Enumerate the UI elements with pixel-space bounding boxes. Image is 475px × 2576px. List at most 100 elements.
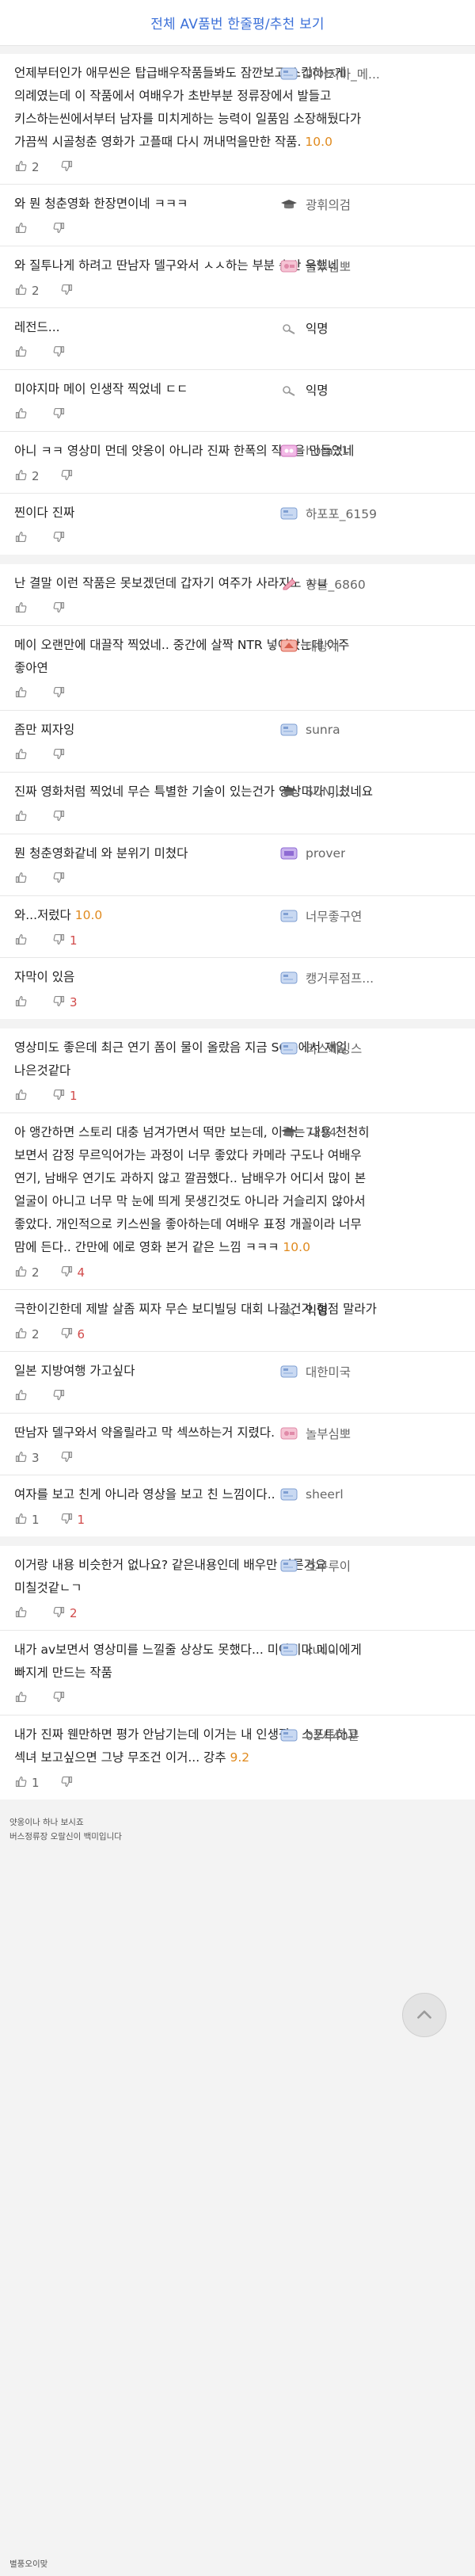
upvote-button[interactable] (14, 1088, 32, 1105)
upvote-button[interactable]: 1 (14, 1512, 40, 1528)
author-name: 향불_6860 (306, 578, 366, 592)
upvote-button[interactable] (14, 685, 32, 702)
downvote-button[interactable] (60, 159, 78, 176)
scroll-to-top-button[interactable] (402, 1993, 446, 2037)
user-level-badge-icon (279, 908, 299, 924)
thumbs-up-icon (14, 345, 32, 361)
comment-author[interactable]: 호쿠루이 (279, 1557, 469, 1574)
upvote-button[interactable] (14, 345, 32, 361)
upvote-button[interactable]: 2 (14, 159, 40, 176)
thumbs-up-icon (14, 1265, 32, 1281)
comment-author[interactable]: 하포포_6159 (279, 505, 469, 522)
upvote-button[interactable] (14, 933, 32, 949)
downvote-button[interactable]: 1 (60, 1512, 85, 1528)
comment-item: 일본 지방여행 가고싶다 대한미국 (0, 1352, 475, 1414)
downvote-button[interactable] (52, 1388, 70, 1405)
comment-author[interactable]: sheerl (279, 1486, 469, 1502)
comment-body: 여자를 보고 친게 아니라 영상을 보고 친 느낌이다.. (14, 1487, 276, 1502)
thumbs-up-icon (14, 1450, 32, 1467)
comment-author[interactable]: 캥거루점프... (279, 969, 469, 987)
top-bar: 전체 AV품번 한줄평/추천 보기 (0, 0, 475, 46)
comment-author[interactable]: 익명 (279, 319, 469, 337)
thumbs-down-icon (60, 1326, 78, 1343)
downvote-button[interactable] (60, 1450, 78, 1467)
comment-author[interactable]: 향불_6860 (279, 575, 469, 593)
downvote-button[interactable] (60, 468, 78, 485)
upvote-button[interactable]: 3 (14, 1450, 40, 1467)
thumbs-up-icon (14, 809, 32, 826)
thumbs-up-icon (14, 468, 32, 485)
downvote-count: 3 (70, 995, 78, 1009)
thumbs-up-icon (14, 685, 32, 702)
upvote-button[interactable] (14, 221, 32, 238)
upvote-button[interactable] (14, 994, 32, 1011)
upvote-button[interactable] (14, 406, 32, 423)
upvote-button[interactable] (14, 1388, 32, 1405)
comment-item: 이거랑 내용 비슷한거 없나요? 같은내용인데 배우만 다른거요 미칠것같ㄴㄱ 2… (0, 1546, 475, 1631)
comment-author[interactable]: 리스케잉스 (279, 1040, 469, 1057)
downvote-button[interactable] (52, 406, 70, 423)
thumbs-up-icon (14, 1775, 32, 1792)
downvote-button[interactable]: 4 (60, 1265, 85, 1281)
downvote-button[interactable] (52, 747, 70, 764)
upvote-button[interactable] (14, 530, 32, 547)
upvote-button[interactable] (14, 1605, 32, 1622)
comment-author[interactable]: prover (279, 845, 469, 861)
downvote-button[interactable] (52, 685, 70, 702)
comment-card: 이거랑 내용 비슷한거 없나요? 같은내용인데 배우만 다른거요 미칠것같ㄴㄱ 2… (0, 1546, 475, 1799)
comment-author[interactable]: 놀부심뽀 (279, 1425, 469, 1442)
view-all-reviews-link[interactable]: 전체 AV품번 한줄평/추천 보기 (150, 13, 325, 32)
author-name: 대한미국 (306, 1365, 352, 1380)
downvote-button[interactable] (60, 1775, 78, 1792)
downvote-button[interactable]: 1 (52, 933, 78, 949)
vote-bar (14, 1688, 380, 1708)
upvote-count: 2 (32, 1327, 40, 1341)
comment-author[interactable]: kuuu (279, 1642, 469, 1658)
upvote-count: 2 (32, 469, 40, 483)
comment-author[interactable]: hora31 (279, 443, 469, 459)
upvote-button[interactable]: 2 (14, 1265, 40, 1281)
user-level-badge-icon (279, 845, 299, 861)
thumbs-up-icon (14, 1388, 32, 1405)
comment-author[interactable]: 광휘의검 (279, 196, 469, 213)
upvote-button[interactable] (14, 747, 32, 764)
comment-author[interactable]: 태랑계 (279, 637, 469, 654)
comment-author[interactable]: 너무좋구연 (279, 907, 469, 925)
comment-author[interactable]: 미야지마_메... (279, 65, 469, 82)
comment-author[interactable]: 놀부심뽀 (279, 258, 469, 275)
comment-author[interactable]: SUNJU (279, 784, 469, 800)
comment-author[interactable]: 02시40분 (279, 1727, 469, 1744)
thumbs-down-icon (52, 994, 70, 1011)
downvote-button[interactable] (60, 283, 78, 300)
upvote-button[interactable]: 2 (14, 1326, 40, 1343)
comment-body: 와...저렀다 (14, 908, 71, 922)
comment-author[interactable]: 7294 (279, 1124, 469, 1140)
comment-item: 와 뭔 청춘영화 한장면이네 ㅋㅋㅋ 광휘의검 (0, 185, 475, 246)
downvote-button[interactable] (52, 530, 70, 547)
vote-bar (14, 404, 380, 425)
downvote-button[interactable]: 3 (52, 994, 78, 1011)
downvote-button[interactable] (52, 1690, 70, 1707)
downvote-button[interactable]: 2 (52, 1605, 78, 1622)
downvote-button[interactable] (52, 871, 70, 887)
vote-bar (14, 745, 380, 765)
upvote-count: 2 (32, 1265, 40, 1280)
comment-author[interactable]: 대한미국 (279, 1363, 469, 1380)
downvote-button[interactable] (52, 809, 70, 826)
downvote-button[interactable] (52, 221, 70, 238)
comment-author[interactable]: sunra (279, 722, 469, 738)
upvote-button[interactable]: 2 (14, 283, 40, 300)
upvote-button[interactable]: 2 (14, 468, 40, 485)
upvote-button[interactable] (14, 601, 32, 617)
upvote-button[interactable] (14, 1690, 32, 1707)
comment-author[interactable]: 익명 (279, 381, 469, 399)
upvote-button[interactable] (14, 871, 32, 887)
downvote-button[interactable] (52, 345, 70, 361)
upvote-button[interactable]: 1 (14, 1775, 40, 1792)
vote-bar (14, 868, 380, 889)
upvote-button[interactable] (14, 809, 32, 826)
downvote-button[interactable]: 6 (60, 1326, 85, 1343)
comment-author[interactable]: 익명 (279, 1301, 469, 1319)
downvote-button[interactable]: 1 (52, 1088, 78, 1105)
downvote-button[interactable] (52, 601, 70, 617)
